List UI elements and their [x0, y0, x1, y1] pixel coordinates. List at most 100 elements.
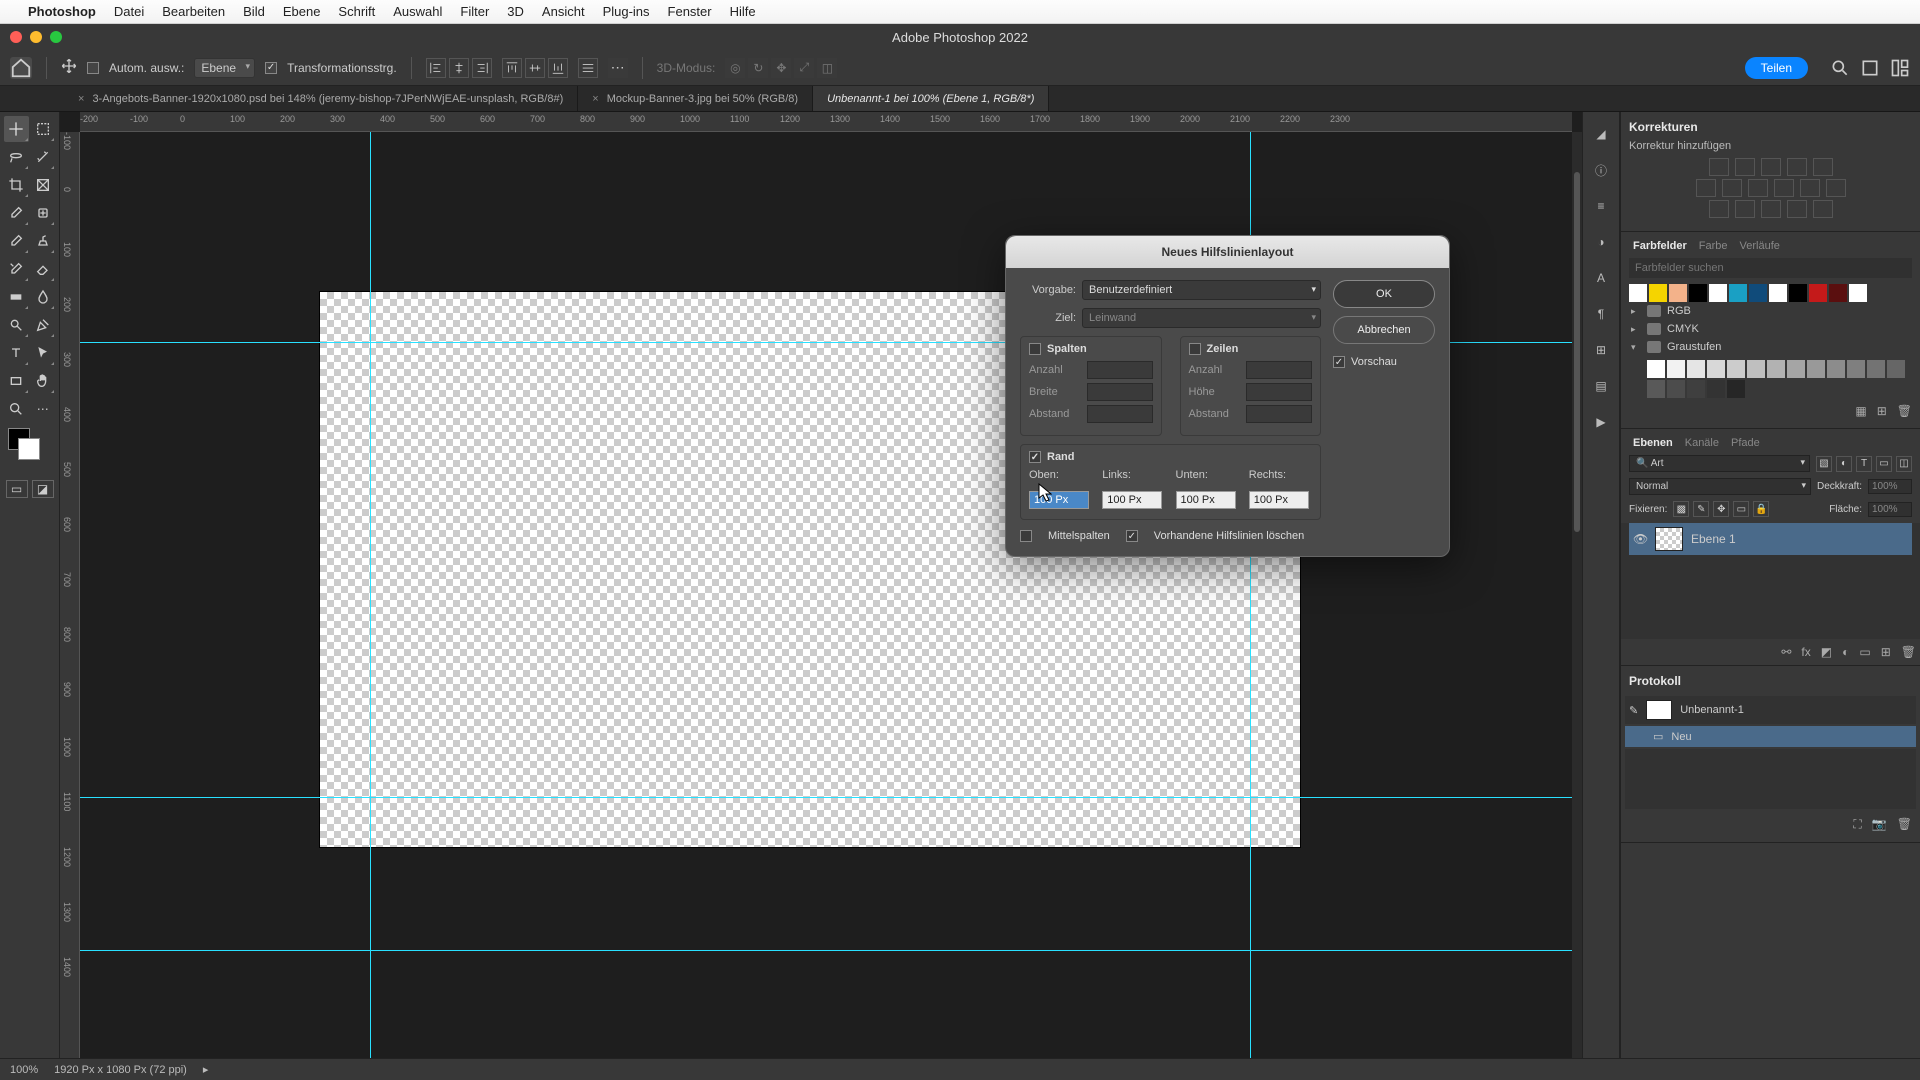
move-tool[interactable] [4, 116, 29, 142]
link-layers-icon[interactable]: ⚯ [1781, 645, 1791, 659]
swatch[interactable] [1887, 360, 1905, 378]
threshold-icon[interactable] [1761, 200, 1781, 218]
margin-right-input[interactable] [1249, 491, 1309, 509]
histogram-icon[interactable]: ◢ [1589, 122, 1613, 146]
rows-checkbox[interactable] [1189, 343, 1201, 355]
paragraph-icon[interactable]: ¶ [1589, 302, 1613, 326]
more-align-icon[interactable]: ⋯ [608, 58, 628, 78]
doc-tab-2[interactable]: ×Mockup-Banner-3.jpg bei 50% (RGB/8) [578, 86, 813, 111]
margin-checkbox[interactable] [1029, 451, 1041, 463]
brush-tool[interactable] [4, 228, 29, 254]
zoom-window-icon[interactable] [50, 31, 62, 43]
share-button[interactable]: Teilen [1745, 57, 1808, 79]
layer-row[interactable]: 👁 Ebene 1 [1629, 523, 1912, 555]
swatch[interactable] [1629, 284, 1647, 302]
layer-filter-dropdown[interactable]: 🔍 Art [1629, 455, 1810, 472]
lock-pixels-icon[interactable]: ✎ [1693, 501, 1709, 517]
cloud-doc-icon[interactable] [1860, 58, 1880, 78]
swatch-folder-cmyk[interactable]: ▸CMYK [1629, 320, 1912, 338]
blur-tool[interactable] [31, 284, 56, 310]
tab-layers[interactable]: Ebenen [1633, 437, 1673, 449]
hand-tool[interactable] [31, 368, 56, 394]
swatch-search-input[interactable] [1629, 258, 1912, 278]
swatch[interactable] [1687, 380, 1705, 398]
align-hcenter-icon[interactable] [449, 58, 469, 78]
columns-count-input[interactable] [1087, 361, 1153, 379]
swatch[interactable] [1747, 360, 1765, 378]
auto-select-target-dropdown[interactable]: Ebene [194, 58, 255, 78]
new-layer-icon[interactable]: ⊞ [1881, 645, 1891, 659]
exposure-icon[interactable] [1787, 158, 1807, 176]
align-bottom-icon[interactable] [548, 58, 568, 78]
pen-tool[interactable] [31, 312, 56, 338]
doc-info-flyout-icon[interactable]: ▸ [203, 1063, 209, 1076]
crop-tool[interactable] [4, 172, 29, 198]
margin-bottom-input[interactable] [1176, 491, 1236, 509]
guide-vertical[interactable] [370, 132, 371, 1058]
swatch[interactable] [1647, 360, 1665, 378]
menu-hilfe[interactable]: Hilfe [730, 4, 756, 19]
camera-icon[interactable]: 📷 [1872, 817, 1887, 832]
history-brush-target-icon[interactable]: ✎ [1629, 704, 1638, 717]
swatch[interactable] [1649, 284, 1667, 302]
delete-swatch-icon[interactable]: 🗑 [1897, 404, 1912, 418]
bw-icon[interactable] [1748, 179, 1768, 197]
history-snapshot[interactable]: ✎ Unbenannt-1 [1625, 696, 1916, 724]
move-tool-icon[interactable] [61, 58, 77, 77]
mask-icon[interactable]: ◩ [1821, 645, 1832, 659]
edit-toolbar-icon[interactable]: ⋯ [31, 396, 56, 422]
hue-icon[interactable] [1696, 179, 1716, 197]
ruler-vertical[interactable]: -100010020030040050060070080090010001100… [60, 132, 80, 1058]
posterize-icon[interactable] [1735, 200, 1755, 218]
swatch[interactable] [1789, 284, 1807, 302]
lock-position-icon[interactable]: ✥ [1713, 501, 1729, 517]
swatch[interactable] [1849, 284, 1867, 302]
rows-count-input[interactable] [1246, 361, 1312, 379]
swatch[interactable] [1689, 284, 1707, 302]
distribute-icon[interactable] [578, 58, 598, 78]
tab-swatches[interactable]: Farbfelder [1633, 240, 1687, 252]
menu-bild[interactable]: Bild [243, 4, 265, 19]
group-icon[interactable]: ▭ [1859, 645, 1870, 659]
new-swatch-icon[interactable]: ⊞ [1877, 404, 1887, 418]
guide-horizontal[interactable] [80, 797, 1572, 798]
filter-adjust-icon[interactable]: ◐ [1836, 456, 1852, 472]
background-color-swatch[interactable] [18, 438, 40, 460]
ruler-horizontal[interactable]: -200-10001002003004005006007008009001000… [80, 112, 1572, 132]
lock-transparent-icon[interactable]: ▩ [1673, 501, 1689, 517]
dodge-tool[interactable] [4, 312, 29, 338]
close-tab-icon[interactable]: × [592, 93, 598, 105]
align-right-icon[interactable] [472, 58, 492, 78]
align-left-icon[interactable] [426, 58, 446, 78]
filter-smart-icon[interactable]: ◫ [1896, 456, 1912, 472]
rows-gutter-input[interactable] [1246, 405, 1312, 423]
swatch[interactable] [1727, 380, 1745, 398]
rectangle-tool[interactable] [4, 368, 29, 394]
eraser-tool[interactable] [31, 256, 56, 282]
swatch[interactable] [1847, 360, 1865, 378]
menu-plugins[interactable]: Plug-ins [603, 4, 650, 19]
clone-stamp-tool[interactable] [31, 228, 56, 254]
lock-artboard-icon[interactable]: ▭ [1733, 501, 1749, 517]
swatch[interactable] [1807, 360, 1825, 378]
healing-brush-tool[interactable] [31, 200, 56, 226]
filter-text-icon[interactable]: T [1856, 456, 1872, 472]
doc-tab-1[interactable]: ×3-Angebots-Banner-1920x1080.psd bei 148… [64, 86, 578, 111]
filter-shape-icon[interactable]: ▭ [1876, 456, 1892, 472]
search-icon[interactable] [1830, 58, 1850, 78]
delete-layer-icon[interactable]: 🗑 [1901, 645, 1916, 659]
libraries-icon[interactable]: ▶ [1589, 410, 1613, 434]
columns-checkbox[interactable] [1029, 343, 1041, 355]
preview-checkbox[interactable] [1333, 356, 1345, 368]
traffic-lights[interactable] [0, 31, 62, 43]
menu-ebene[interactable]: Ebene [283, 4, 321, 19]
workspace-switcher-icon[interactable] [1890, 58, 1910, 78]
zoom-level[interactable]: 100% [10, 1064, 38, 1076]
vibrance-icon[interactable] [1813, 158, 1833, 176]
standard-mode-icon[interactable]: ▭ [6, 480, 28, 498]
brightness-icon[interactable] [1709, 158, 1729, 176]
filter-pixel-icon[interactable]: ▧ [1816, 456, 1832, 472]
gradient-tool[interactable] [4, 284, 29, 310]
rows-height-input[interactable] [1246, 383, 1312, 401]
preset-dropdown[interactable]: Benutzerdefiniert [1082, 280, 1321, 300]
